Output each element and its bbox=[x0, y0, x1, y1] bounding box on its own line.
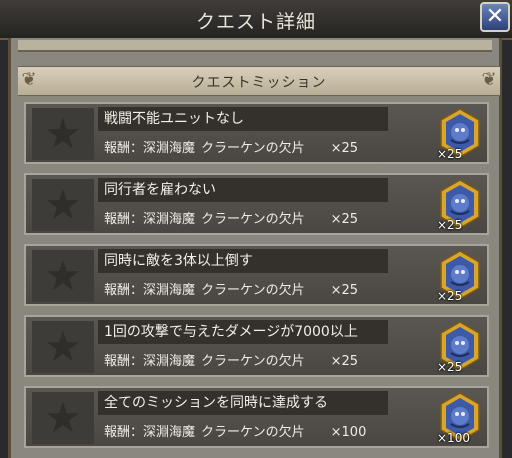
star-icon: ★ bbox=[44, 393, 82, 442]
mission-reward: 報酬：深淵海魔 クラーケンの欠片 ×25 bbox=[104, 208, 358, 227]
mission-reward: 報酬：深淵海魔 クラーケンの欠片 ×25 bbox=[104, 350, 358, 369]
reward-item-name: クラーケンの欠片 bbox=[201, 212, 305, 227]
reward-item-icon[interactable]: ×25 bbox=[437, 321, 481, 374]
reward-item-icon[interactable]: ×25 bbox=[437, 179, 481, 232]
reward-quantity: ×25 bbox=[330, 212, 359, 227]
star-icon: ★ bbox=[44, 109, 82, 158]
title-bar: クエスト詳細 ✕ bbox=[0, 0, 512, 40]
mission-reward: 報酬：深淵海魔 クラーケンの欠片 ×100 bbox=[104, 421, 366, 440]
mission-row: ★ 同行者を雇わない 報酬：深淵海魔 クラーケンの欠片 ×25 ×25 bbox=[24, 173, 489, 235]
reward-label: 報酬：深淵海魔 bbox=[104, 141, 196, 156]
mission-star-slot: ★ bbox=[32, 321, 94, 373]
reward-item-icon[interactable]: ×100 bbox=[437, 392, 481, 445]
mission-row: ★ 同時に敵を3体以上倒す 報酬：深淵海魔 クラーケンの欠片 ×25 ×25 bbox=[24, 244, 489, 306]
reward-quantity: ×25 bbox=[330, 354, 359, 369]
reward-item-name: クラーケンの欠片 bbox=[201, 283, 305, 298]
mission-star-slot: ★ bbox=[32, 179, 94, 231]
item-count: ×25 bbox=[437, 289, 463, 303]
item-count: ×25 bbox=[437, 147, 463, 161]
mission-star-slot: ★ bbox=[32, 392, 94, 444]
close-icon: ✕ bbox=[485, 4, 505, 29]
reward-label: 報酬：深淵海魔 bbox=[104, 354, 196, 369]
reward-label: 報酬：深淵海魔 bbox=[104, 425, 196, 440]
star-icon: ★ bbox=[44, 322, 82, 371]
mission-row: ★ 1回の攻撃で与えたダメージが7000以上 報酬：深淵海魔 クラーケンの欠片 ×2… bbox=[24, 315, 489, 377]
star-icon: ★ bbox=[44, 180, 82, 229]
reward-quantity: ×100 bbox=[330, 425, 367, 440]
close-button[interactable]: ✕ bbox=[480, 2, 510, 32]
section-header: ❦ クエストミッション ❦ bbox=[18, 66, 500, 96]
reward-quantity: ×25 bbox=[330, 141, 359, 156]
mission-title: 同時に敵を3体以上倒す bbox=[98, 249, 388, 273]
item-count: ×25 bbox=[437, 218, 463, 232]
reward-item-icon[interactable]: ×25 bbox=[437, 108, 481, 161]
reward-item-name: クラーケンの欠片 bbox=[201, 425, 305, 440]
mission-title: 戦闘不能ユニットなし bbox=[98, 107, 388, 131]
reward-label: 報酬：深淵海魔 bbox=[104, 283, 196, 298]
mission-star-slot: ★ bbox=[32, 108, 94, 160]
mission-title: 1回の攻撃で与えたダメージが7000以上 bbox=[98, 320, 388, 344]
mission-star-slot: ★ bbox=[32, 250, 94, 302]
mission-reward: 報酬：深淵海魔 クラーケンの欠片 ×25 bbox=[104, 279, 358, 298]
mission-title: 全てのミッションを同時に達成する bbox=[98, 391, 388, 415]
window-title: クエスト詳細 bbox=[195, 11, 316, 33]
ornament-right-icon: ❦ bbox=[481, 69, 497, 90]
reward-item-icon[interactable]: ×25 bbox=[437, 250, 481, 303]
item-count: ×25 bbox=[437, 360, 463, 374]
section-title: クエストミッション bbox=[191, 75, 327, 91]
reward-item-name: クラーケンの欠片 bbox=[201, 141, 305, 156]
mission-row: ★ 戦闘不能ユニットなし 報酬：深淵海魔 クラーケンの欠片 ×25 ×25 bbox=[24, 102, 489, 164]
mission-title: 同行者を雇わない bbox=[98, 178, 388, 202]
reward-item-name: クラーケンの欠片 bbox=[201, 354, 305, 369]
star-icon: ★ bbox=[44, 251, 82, 300]
mission-reward: 報酬：深淵海魔 クラーケンの欠片 ×25 bbox=[104, 137, 358, 156]
mission-row: ★ 全てのミッションを同時に達成する 報酬：深淵海魔 クラーケンの欠片 ×100 ×… bbox=[24, 386, 489, 448]
reward-label: 報酬：深淵海魔 bbox=[104, 212, 196, 227]
reward-quantity: ×25 bbox=[330, 283, 359, 298]
item-count: ×100 bbox=[437, 431, 470, 445]
top-strip bbox=[18, 40, 492, 52]
